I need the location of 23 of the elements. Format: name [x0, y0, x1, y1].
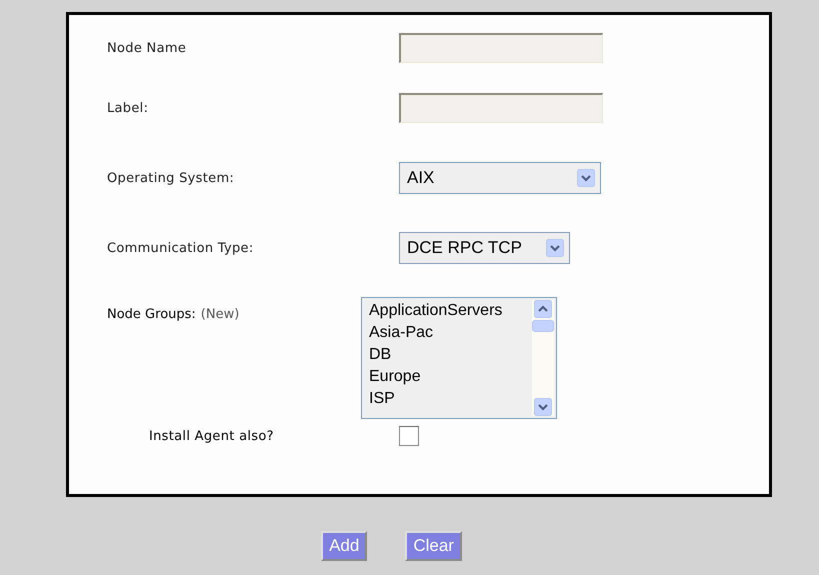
- scroll-thumb[interactable]: [532, 320, 554, 332]
- list-box[interactable]: ApplicationServers Asia-Pac DB Europe ISP: [361, 297, 557, 419]
- field-label: Node Name: [106, 40, 188, 56]
- list-option[interactable]: Asia-Pac: [369, 322, 532, 344]
- list-option[interactable]: ISP: [369, 388, 532, 410]
- chevron-down-icon[interactable]: [577, 169, 595, 187]
- list-option[interactable]: Europe: [369, 366, 532, 388]
- dropdown[interactable]: AIX: [399, 162, 601, 194]
- field-label: Communication Type:: [106, 240, 255, 256]
- new-link[interactable]: (New): [200, 307, 240, 322]
- list-option[interactable]: ApplicationServers: [369, 300, 532, 322]
- chevron-down-icon[interactable]: [546, 239, 564, 257]
- field-label: Label:: [106, 100, 150, 116]
- input-field[interactable]: [399, 33, 603, 63]
- list-option[interactable]: DB: [369, 344, 532, 366]
- field-label: Node Groups:: [107, 307, 196, 322]
- field-label: Operating System:: [106, 170, 236, 186]
- chevron-down-icon[interactable]: [534, 398, 552, 416]
- input-field[interactable]: [399, 93, 603, 123]
- dropdown[interactable]: DCE RPC TCP: [399, 232, 570, 264]
- checkbox-label: Install Agent also?: [148, 428, 275, 444]
- scroll-up-icon[interactable]: [534, 300, 552, 318]
- checkbox[interactable]: [399, 426, 419, 446]
